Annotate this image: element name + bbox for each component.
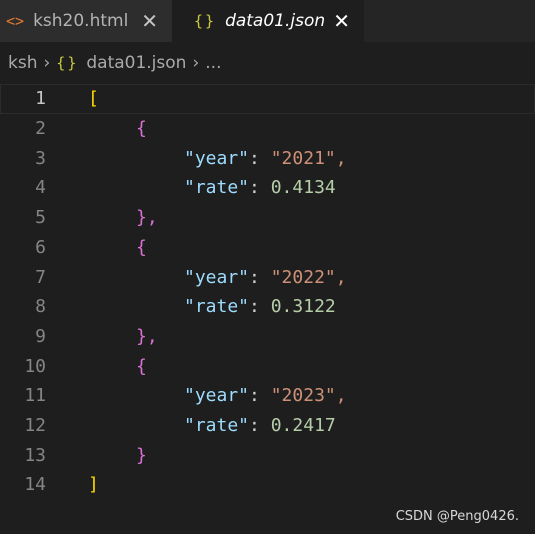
code-line[interactable]: 6 { bbox=[0, 233, 535, 263]
code-line[interactable]: 10 { bbox=[0, 351, 535, 381]
code-text: { bbox=[136, 236, 147, 258]
line-number: 14 bbox=[24, 474, 46, 496]
code-line[interactable]: 8 "rate": 0.3122 bbox=[0, 292, 535, 322]
line-number: 4 bbox=[35, 177, 46, 199]
code-line[interactable]: 9 }, bbox=[0, 322, 535, 352]
code-text: ] bbox=[88, 474, 99, 496]
line-number: 1 bbox=[35, 88, 46, 110]
html-file-icon: <> bbox=[6, 12, 25, 30]
breadcrumb-more[interactable]: ... bbox=[205, 53, 221, 73]
line-number: 13 bbox=[24, 444, 46, 466]
tab-label: ksh20.html bbox=[33, 11, 129, 31]
tab-label: data01.json bbox=[225, 11, 326, 31]
json-value: 0.4134 bbox=[270, 177, 336, 199]
watermark: CSDN @Peng0426. bbox=[395, 509, 519, 524]
chevron-right-icon: › bbox=[192, 53, 200, 73]
code-text: "year": "2023", bbox=[184, 385, 347, 407]
tab-bar: <> ksh20.html ✕ {} data01.json ✕ bbox=[0, 0, 535, 42]
line-number: 5 bbox=[35, 207, 46, 229]
line-number: 7 bbox=[35, 266, 46, 288]
close-icon[interactable]: ✕ bbox=[141, 9, 158, 33]
tab-data01-json[interactable]: {} data01.json ✕ bbox=[172, 0, 364, 42]
json-key: "rate" bbox=[184, 177, 250, 199]
line-number: 11 bbox=[24, 385, 46, 407]
json-key: "year" bbox=[184, 266, 250, 288]
json-file-icon: {} bbox=[56, 54, 79, 72]
chevron-right-icon: › bbox=[43, 53, 51, 73]
json-key: "year" bbox=[184, 385, 250, 407]
code-line[interactable]: 2 { bbox=[0, 114, 535, 144]
line-number: 6 bbox=[35, 236, 46, 258]
json-key: "rate" bbox=[184, 296, 250, 318]
code-text: "year": "2021", bbox=[184, 147, 347, 169]
code-text: "year": "2022", bbox=[184, 266, 347, 288]
code-line[interactable]: 1 [ bbox=[0, 84, 535, 114]
code-text: } bbox=[136, 444, 147, 466]
line-number: 9 bbox=[35, 325, 46, 347]
json-value: 0.2417 bbox=[270, 415, 336, 437]
json-key: "rate" bbox=[184, 415, 250, 437]
json-value: 0.3122 bbox=[270, 296, 336, 318]
code-text: { bbox=[136, 118, 147, 140]
json-value: "2022", bbox=[270, 266, 347, 288]
json-value: "2021", bbox=[270, 147, 347, 169]
line-number: 10 bbox=[24, 355, 46, 377]
code-text: }, bbox=[136, 325, 158, 347]
code-line[interactable]: 5 }, bbox=[0, 203, 535, 233]
code-editor[interactable]: 1 [ 2 { 3 "year": "2021", 4 "rate": 0.41… bbox=[0, 84, 535, 534]
line-number: 2 bbox=[35, 118, 46, 140]
json-file-icon: {} bbox=[194, 12, 217, 30]
breadcrumb: ksh › {} data01.json › ... bbox=[0, 42, 535, 84]
code-line[interactable]: 12 "rate": 0.2417 bbox=[0, 411, 535, 441]
code-text: "rate": 0.3122 bbox=[184, 296, 336, 318]
json-value: "2023", bbox=[270, 385, 347, 407]
json-key: "year" bbox=[184, 147, 250, 169]
code-text: "rate": 0.4134 bbox=[184, 177, 336, 199]
code-line[interactable]: 11 "year": "2023", bbox=[0, 381, 535, 411]
close-icon[interactable]: ✕ bbox=[333, 9, 350, 33]
tab-ksh20-html[interactable]: <> ksh20.html ✕ bbox=[0, 0, 172, 42]
code-line[interactable]: 7 "year": "2022", bbox=[0, 262, 535, 292]
code-line[interactable]: 4 "rate": 0.4134 bbox=[0, 173, 535, 203]
code-text: "rate": 0.2417 bbox=[184, 415, 336, 437]
breadcrumb-file[interactable]: data01.json bbox=[86, 53, 186, 73]
line-number: 3 bbox=[35, 147, 46, 169]
line-number: 12 bbox=[24, 415, 46, 437]
code-line[interactable]: 14 ] bbox=[0, 470, 535, 500]
breadcrumb-folder[interactable]: ksh bbox=[8, 53, 37, 73]
code-line[interactable]: 13 } bbox=[0, 440, 535, 470]
code-text: }, bbox=[136, 207, 158, 229]
line-number: 8 bbox=[35, 296, 46, 318]
code-text: { bbox=[136, 355, 147, 377]
code-text: [ bbox=[88, 88, 99, 110]
code-line[interactable]: 3 "year": "2021", bbox=[0, 143, 535, 173]
